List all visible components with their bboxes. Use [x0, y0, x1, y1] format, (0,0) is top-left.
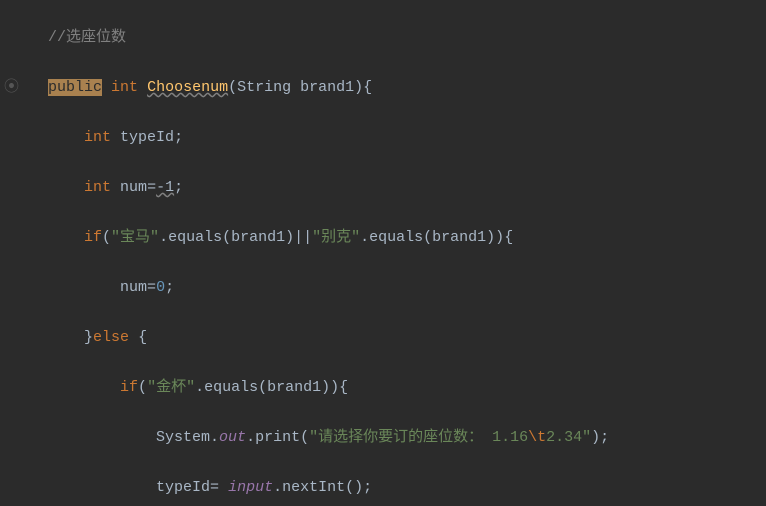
op: ||	[294, 229, 312, 246]
op: =	[147, 179, 156, 196]
keyword: else	[93, 329, 129, 346]
string: "别克"	[312, 229, 360, 246]
code-line[interactable]: //选座位数	[4, 25, 766, 50]
semi: ;	[165, 279, 174, 296]
keyword: if	[120, 379, 138, 396]
class: System.	[156, 429, 219, 446]
call: .equals(	[159, 229, 231, 246]
keyword: int	[111, 79, 138, 96]
string: "请选择你要订的座位数： 1.16	[309, 429, 528, 446]
code-line[interactable]: if("金杯".equals(brand1)){	[4, 375, 766, 400]
call: .nextInt()	[273, 479, 363, 496]
method-name: Choosenum	[147, 79, 228, 96]
field: out	[219, 429, 246, 446]
code-line[interactable]: int num=-1;	[4, 175, 766, 200]
code-line[interactable]: typeId= input.nextInt();	[4, 475, 766, 500]
op: =	[147, 279, 156, 296]
number: 0	[156, 279, 165, 296]
field: input	[228, 479, 273, 496]
brace: {	[339, 379, 348, 396]
paren: )	[354, 79, 363, 96]
string: "金杯"	[147, 379, 195, 396]
keyword: int	[84, 129, 111, 146]
semi: ;	[174, 129, 183, 146]
semi: ;	[174, 179, 183, 196]
param: brand1	[300, 79, 354, 96]
highlight: public	[48, 79, 102, 96]
string: 2.34"	[546, 429, 591, 446]
code-line[interactable]: if("宝马".equals(brand1)||"别克".equals(bran…	[4, 225, 766, 250]
code-editor[interactable]: //选座位数 ⦿ public int Choosenum(String bra…	[0, 0, 766, 506]
var: typeId	[120, 129, 174, 146]
escape: \t	[528, 429, 546, 446]
op: =	[210, 479, 219, 496]
call: .equals(	[360, 229, 432, 246]
brace: }	[84, 329, 93, 346]
comment: //选座位数	[48, 29, 126, 46]
call: .print(	[246, 429, 309, 446]
string: "宝马"	[111, 229, 159, 246]
code-line[interactable]: }else {	[4, 325, 766, 350]
semi: ;	[363, 479, 372, 496]
type: String	[237, 79, 291, 96]
keyword: if	[84, 229, 102, 246]
keyword: int	[84, 179, 111, 196]
gutter-mark: ⦿	[4, 75, 19, 100]
paren: (	[228, 79, 237, 96]
brace: {	[363, 79, 372, 96]
arg: brand1	[267, 379, 321, 396]
code-line[interactable]: num=0;	[4, 275, 766, 300]
code-line[interactable]: int typeId;	[4, 125, 766, 150]
code-line[interactable]: System.out.print("请选择你要订的座位数： 1.16\t2.34…	[4, 425, 766, 450]
brace: {	[138, 329, 147, 346]
call: .equals(	[195, 379, 267, 396]
brace: {	[504, 229, 513, 246]
code-line[interactable]: ⦿ public int Choosenum(String brand1){	[4, 75, 766, 100]
literal: -1	[156, 179, 174, 196]
var: typeId	[156, 479, 210, 496]
var: num	[120, 279, 147, 296]
arg: brand1	[231, 229, 285, 246]
arg: brand1	[432, 229, 486, 246]
var: num	[120, 179, 147, 196]
